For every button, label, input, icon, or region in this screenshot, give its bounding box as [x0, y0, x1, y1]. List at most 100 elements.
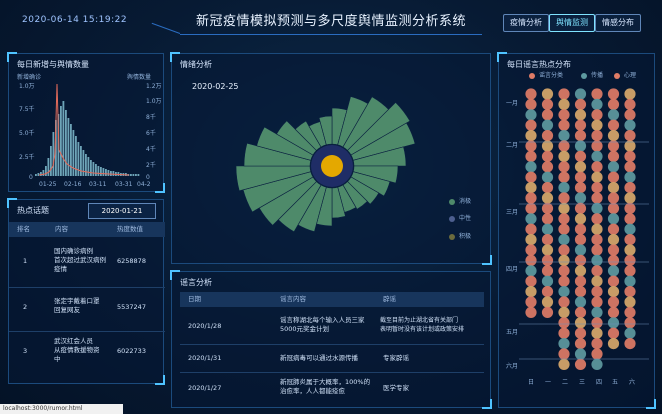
rumor-date: 2020/1/28 — [188, 322, 222, 330]
hotspot-dot — [574, 98, 587, 110]
hotspot-dot — [558, 150, 570, 162]
hotspot-dot — [607, 98, 620, 110]
hotspot-dot — [525, 150, 537, 162]
daily-bar — [77, 142, 80, 176]
table-row[interactable]: 1 国内确诊病例 首次超过武汉病例 疫情 6258878 — [9, 239, 165, 288]
left-tick: 1.0万 — [19, 83, 35, 90]
header-content: 内容 — [55, 225, 68, 233]
hotspot-dot — [525, 223, 537, 235]
nav-epidemic-analysis[interactable]: 疫情分析 — [503, 14, 549, 32]
rumor-refute: 专家辟谣 — [383, 354, 409, 362]
hot-topics-date-picker[interactable]: 2020-01-21 — [88, 203, 156, 219]
y-label: 一月 — [506, 100, 519, 107]
hotspot-dot — [525, 171, 537, 183]
hotspot-dot — [624, 161, 636, 173]
daily-bar — [132, 174, 135, 176]
daily-bar — [100, 167, 102, 176]
hotspot-dot — [624, 130, 636, 142]
hotspot-dot — [624, 150, 636, 162]
hotspot-dot — [607, 171, 620, 183]
hotspot-dot — [591, 192, 603, 204]
rumor-panel: 谣言分析 日期 谣言内容 辟谣 2020/1/28 谣言称湖北每个输入人员三家 … — [170, 270, 492, 409]
hotspot-dot — [574, 109, 587, 121]
hotspot-dot — [624, 234, 636, 246]
hotspot-dot — [624, 109, 636, 121]
nav-emotion-distribution[interactable]: 情感分布 — [595, 14, 641, 32]
hotspot-dot — [541, 275, 554, 287]
hotspot-dot — [541, 202, 554, 214]
hotspot-dot — [574, 338, 587, 350]
hotspot-dot — [541, 192, 554, 204]
hotspot-dot — [591, 202, 603, 214]
hotspot-dot — [624, 275, 636, 287]
hotspot-dot — [574, 119, 587, 131]
hotspot-dot — [624, 317, 636, 329]
daily-bar — [50, 146, 52, 176]
rumor-panel-title: 谣言分析 — [180, 278, 212, 287]
legend-label: 消极 — [459, 198, 472, 205]
x-tick: 01-25 — [39, 181, 57, 188]
hotspot-dot — [558, 358, 570, 370]
hotspot-dot — [558, 119, 570, 131]
hotspot-dot — [525, 265, 537, 277]
x-label: 四 — [596, 379, 603, 386]
rumor-hotspot-chart — [519, 88, 649, 370]
daily-bar — [97, 166, 100, 176]
legend-negative: 消极 — [449, 196, 471, 205]
hotspot-dot — [558, 275, 570, 287]
rumor-date: 2020/1/27 — [188, 384, 222, 392]
table-row[interactable]: 3 武汉红会人员 从疫情救援物资 中 6022733 — [9, 331, 165, 379]
daily-bar — [107, 170, 110, 176]
rank: 2 — [23, 303, 28, 311]
nav-sentiment-monitor[interactable]: 舆情监测 — [549, 14, 595, 32]
header-refute: 辟谣 — [383, 295, 396, 303]
hotspot-dot — [558, 161, 570, 173]
hotspot-dot — [574, 234, 587, 246]
daily-bar — [70, 124, 72, 176]
hotspot-dot — [525, 88, 537, 100]
hotspot-dot — [558, 306, 570, 318]
hotspot-dot — [574, 202, 587, 214]
hotspot-dot — [541, 161, 554, 173]
table-row[interactable]: 2 张定宇戴着口罩 回复网友 5537247 — [9, 287, 165, 332]
hotspot-dot — [591, 327, 603, 339]
hotspot-dot — [624, 306, 636, 318]
topic-value: 6258878 — [117, 257, 146, 265]
hotspot-dot — [591, 98, 603, 110]
hotspot-dot — [607, 338, 620, 350]
hotspot-dot — [558, 317, 570, 329]
hotspot-dot — [558, 327, 570, 339]
hotspot-dot — [558, 223, 570, 235]
header-rumor: 谣言内容 — [280, 295, 306, 303]
hotspot-dot — [591, 150, 603, 162]
hotspot-dot — [525, 192, 537, 204]
x-label: 六 — [629, 379, 636, 386]
hotspot-dot — [541, 213, 554, 225]
hotspot-dot — [574, 223, 587, 235]
hotspot-dot — [591, 244, 603, 256]
rumor-refute: 医学专家 — [383, 384, 409, 392]
hotspot-dot — [574, 296, 587, 308]
hotspot-dot — [607, 182, 620, 194]
daily-bar — [62, 101, 65, 176]
hotspot-dot — [574, 171, 587, 183]
hotspot-dot — [607, 327, 620, 339]
legend-dot-positive — [449, 233, 455, 240]
hotspot-dot — [574, 182, 587, 194]
x-tick: 04-2 — [137, 181, 151, 188]
x-label: 日 — [528, 379, 535, 386]
hotspot-dot — [525, 161, 537, 173]
table-row[interactable]: 2020/1/28 谣言称湖北每个输入人员三家 5000元奖金计划 截至目前为止… — [180, 308, 484, 345]
right-tick: 2千 — [146, 162, 156, 169]
hot-topics-header: 排名 内容 热度数值 — [9, 222, 165, 237]
header-date: 日期 — [188, 295, 201, 303]
right-tick: 1.0万 — [146, 98, 162, 105]
table-row[interactable]: 2020/1/31 新冠病毒可以通过水源传播 专家辟谣 — [180, 344, 484, 373]
hotspot-dot — [525, 244, 537, 256]
rumor-content: 新冠病毒可以通过水源传播 — [280, 354, 358, 362]
table-row[interactable]: 2020/1/27 新冠肺炎属于大概率，100%的 治愈率，人人都能痊愈 医学专… — [180, 372, 484, 404]
hotspot-dot — [574, 348, 587, 360]
hotspot-dot — [607, 202, 620, 214]
hotspot-dot — [574, 88, 587, 100]
hotspot-dot — [607, 286, 620, 298]
